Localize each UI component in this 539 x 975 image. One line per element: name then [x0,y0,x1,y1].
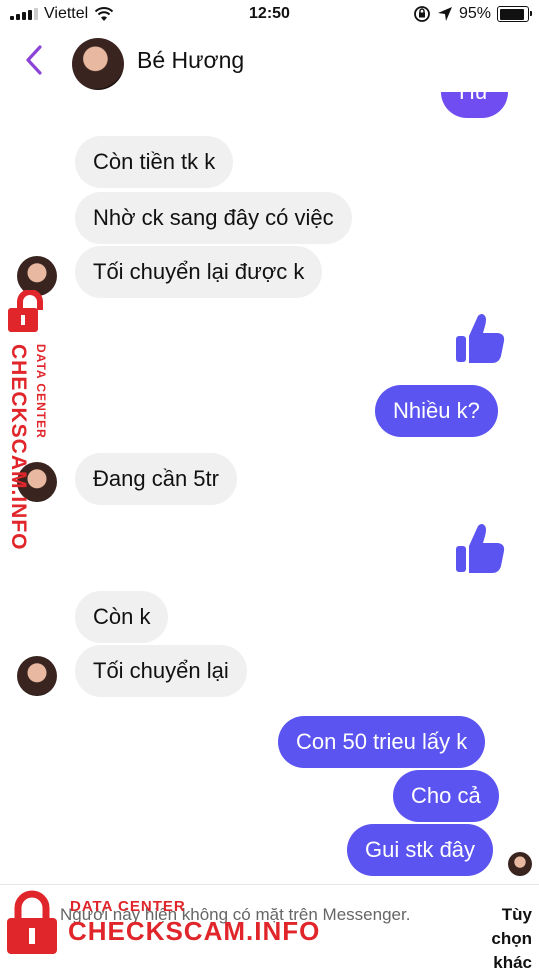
watermark-line1: DATA CENTER [34,344,48,439]
message-bubble-out[interactable]: Hư [441,92,508,118]
message-bubble-out[interactable]: Nhiều k? [375,385,498,437]
more-options-link[interactable]: Tùy chọn khác [470,903,532,975]
watermark-line2: CHECKSCAM.INFO [7,344,30,551]
watermark-bottom-line2: CHECKSCAM.INFO [68,916,321,946]
back-chevron-icon[interactable] [22,44,46,76]
message-bubble-in[interactable]: Tối chuyển lại được k [75,246,323,298]
message-bubble-in[interactable]: Nhờ ck sang đây có việc [75,192,352,244]
status-bar: Viettel 12:50 95% [0,0,539,30]
lock-icon [8,290,43,332]
conversation-header: Bé Hương [0,30,539,92]
orientation-lock-icon [414,6,430,22]
thumbs-up-icon[interactable] [452,310,508,366]
thumbs-up-icon[interactable] [452,520,508,576]
watermark-bottom-line1: DATA CENTER [70,898,186,915]
battery-percent: 95% [458,5,491,22]
watermark-side: DATA CENTER CHECKSCAM.INFO [4,290,60,551]
message-bubble-out[interactable]: Cho cả [393,770,499,822]
sender-avatar [17,656,57,696]
message-bubble-in[interactable]: Còn tiền tk k [75,136,234,188]
contact-name[interactable]: Bé Hương [137,47,244,74]
message-bubble-in[interactable]: Còn k [75,591,169,643]
lock-icon [7,890,57,954]
message-bubble-in[interactable]: Tối chuyển lại [75,645,247,697]
location-icon [437,7,452,21]
watermark-bottom: DATA CENTER CHECKSCAM.INFO [4,888,334,958]
battery-icon [497,6,532,22]
message-bubble-in[interactable]: Đang cần 5tr [75,453,237,505]
contact-avatar[interactable] [72,38,124,90]
status-right: 95% [413,5,532,23]
message-bubble-out[interactable]: Gui stk đây [347,824,494,876]
message-bubble-out[interactable]: Con 50 trieu lấy k [278,716,486,768]
message-thread[interactable]: Hư Còn tiền tk k Nhờ ck sang đây có việc… [0,92,539,882]
seen-avatar [508,852,532,876]
